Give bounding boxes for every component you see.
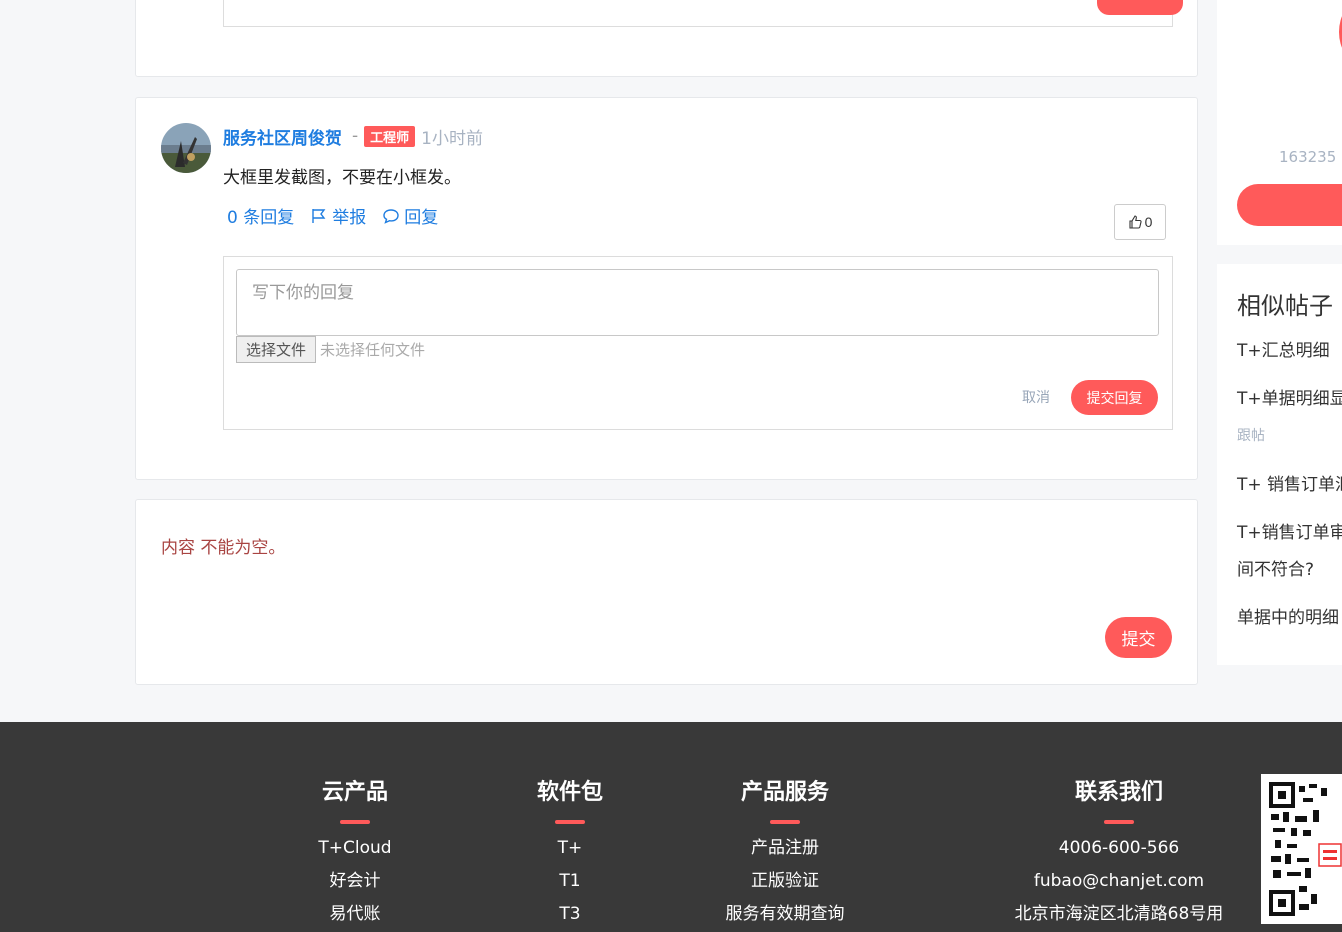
footer-divider <box>340 820 370 824</box>
previous-comment-card <box>135 0 1198 77</box>
replies-count-label: 0 条回复 <box>227 208 295 228</box>
flag-icon <box>312 208 326 223</box>
site-footer: 云产品 T+Cloud 好会计 易代账 软件包 T+ T1 T3 产品服务 产品… <box>0 722 1342 932</box>
footer-col-cloud: 云产品 T+Cloud 好会计 易代账 <box>295 774 415 931</box>
chat-bubble-icon <box>383 208 399 224</box>
like-button[interactable]: 0 <box>1114 204 1166 240</box>
author-name[interactable]: 服务社区周俊贺 <box>223 124 342 149</box>
footer-link[interactable]: T+Cloud <box>295 832 415 865</box>
file-upload-row: 选择文件 未选择任何文件 <box>236 336 425 363</box>
submit-reply-button[interactable]: 提交回复 <box>1071 380 1158 415</box>
file-status: 未选择任何文件 <box>320 341 426 359</box>
similar-post-link[interactable]: T+单据明细显 <box>1237 384 1342 409</box>
footer-link[interactable]: T3 <box>510 898 630 931</box>
footer-divider <box>555 820 585 824</box>
footer-col-title: 云产品 <box>321 780 388 805</box>
comment-actions: 0 条回复 举报 回复 <box>227 203 438 228</box>
footer-col-title: 软件包 <box>536 780 603 805</box>
footer-link[interactable]: 好会计 <box>295 865 415 898</box>
footer-email[interactable]: fubao@chanjet.com <box>1004 865 1234 898</box>
reply-textarea[interactable] <box>236 269 1159 336</box>
footer-col-contact: 联系我们 4006-600-566 fubao@chanjet.com 北京市海… <box>1004 774 1234 931</box>
similar-post-link[interactable]: T+汇总明细 <box>1237 336 1330 361</box>
sidebar-count: 163235 <box>1279 148 1337 166</box>
sidebar-action-button[interactable] <box>1237 184 1342 226</box>
reply-form: 选择文件 未选择任何文件 取消 提交回复 <box>223 256 1173 430</box>
footer-link[interactable]: 易代账 <box>295 898 415 931</box>
footer-link[interactable]: 正版验证 <box>705 865 865 898</box>
footer-link[interactable]: T+ <box>510 832 630 865</box>
previous-reply-box <box>223 0 1173 27</box>
similar-posts-title: 相似帖子 <box>1237 292 1333 320</box>
reply-label: 回复 <box>404 208 439 228</box>
thumbs-up-icon <box>1129 215 1142 229</box>
author-sidebar-card: 163235 <box>1217 0 1342 245</box>
qr-code <box>1261 774 1342 924</box>
similar-post-link[interactable]: T+销售订单审 <box>1237 518 1342 543</box>
footer-link[interactable]: T1 <box>510 865 630 898</box>
footer-phone[interactable]: 4006-600-566 <box>1004 832 1234 865</box>
submit-button[interactable]: 提交 <box>1105 617 1172 658</box>
footer-col-title: 联系我们 <box>1074 780 1163 805</box>
report-label: 举报 <box>332 208 367 228</box>
similar-posts-card: 相似帖子 T+汇总明细 T+单据明细显 跟帖 T+ 销售订单汇 T+销售订单审 … <box>1217 264 1342 665</box>
choose-file-button[interactable]: 选择文件 <box>236 336 317 363</box>
comment-meta: 服务社区周俊贺 - 工程师 1小时前 <box>223 124 483 149</box>
footer-link[interactable]: 服务有效期查询 <box>705 898 865 931</box>
comment-time: 1小时前 <box>421 128 483 149</box>
comment-content: 大框里发截图，不要在小框发。 <box>223 168 461 188</box>
previous-submit-reply-button[interactable] <box>1097 0 1183 15</box>
footer-col-services: 产品服务 产品注册 正版验证 服务有效期查询 <box>705 774 865 931</box>
footer-divider <box>770 820 800 824</box>
like-count: 0 <box>1144 214 1153 230</box>
report-link[interactable]: 举报 <box>310 203 366 228</box>
similar-post-link[interactable]: 单据中的明细 <box>1237 603 1339 628</box>
error-message: 内容 不能为空。 <box>161 538 286 558</box>
similar-post-meta: 跟帖 <box>1237 428 1265 444</box>
footer-col-title: 产品服务 <box>740 780 829 805</box>
meta-separator: - <box>352 126 359 146</box>
footer-col-software: 软件包 T+ T1 T3 <box>510 774 630 931</box>
footer-address: 北京市海淀区北清路68号用 <box>1014 904 1224 924</box>
footer-link[interactable]: 产品注册 <box>705 832 865 865</box>
similar-post-link[interactable]: T+ 销售订单汇 <box>1237 470 1342 495</box>
comment-card: 服务社区周俊贺 - 工程师 1小时前 大框里发截图，不要在小框发。 0 条回复 … <box>135 97 1198 480</box>
replies-count-link[interactable]: 0 条回复 <box>227 203 294 228</box>
footer-divider <box>1104 820 1134 824</box>
similar-post-link-cont[interactable]: 间不符合? <box>1237 555 1314 580</box>
reply-link[interactable]: 回复 <box>382 203 438 228</box>
avatar[interactable] <box>161 123 211 173</box>
qr-code-icon <box>1269 782 1342 916</box>
cancel-button[interactable]: 取消 <box>1022 387 1050 407</box>
post-reply-card: 内容 不能为空。 提交 <box>135 499 1198 685</box>
engineer-badge: 工程师 <box>364 125 416 147</box>
